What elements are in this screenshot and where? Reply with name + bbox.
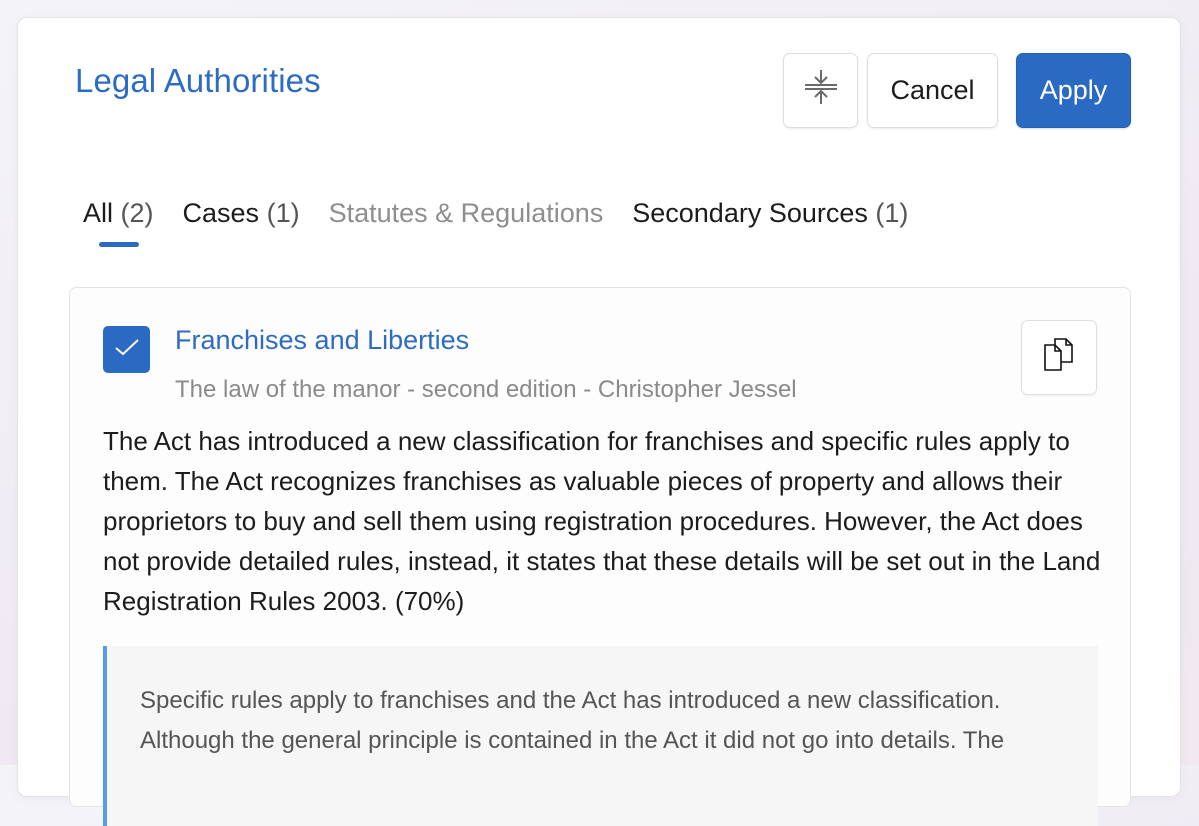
authority-title-link[interactable]: Franchises and Liberties	[175, 325, 469, 356]
tab-secondary-sources[interactable]: Secondary Sources (1)	[632, 198, 908, 229]
tab-count: (2)	[120, 198, 154, 228]
authority-summary: The Act has introduced a new classificat…	[103, 426, 1101, 616]
checkmark-icon	[114, 337, 140, 362]
tab-label: Cases	[182, 198, 260, 228]
authority-quote: Specific rules apply to franchises and t…	[103, 646, 1098, 826]
cancel-button[interactable]: Cancel	[867, 53, 998, 128]
active-tab-indicator	[99, 242, 139, 247]
panel-title: Legal Authorities	[75, 62, 321, 99]
tab-label: Statutes & Regulations	[328, 198, 604, 228]
select-checkbox[interactable]	[103, 326, 150, 373]
filter-tabs: All (2) Cases (1) Statutes & Regulations…	[83, 198, 937, 247]
copy-icon	[1041, 337, 1077, 378]
legal-authorities-panel: Legal Authorities Cancel Apply All (2) C…	[17, 17, 1181, 826]
authority-card: Franchises and Liberties The law of the …	[69, 287, 1131, 826]
tab-all[interactable]: All (2)	[83, 198, 154, 247]
tab-count: (1)	[266, 198, 300, 228]
apply-button[interactable]: Apply	[1016, 53, 1131, 128]
tab-statutes-regulations[interactable]: Statutes & Regulations	[329, 198, 604, 229]
collapse-button[interactable]	[783, 53, 858, 128]
tab-label: All	[83, 198, 114, 228]
tab-label: Secondary Sources	[632, 198, 868, 228]
collapse-vertical-icon	[803, 69, 839, 112]
authority-source: The law of the manor - second edition - …	[175, 376, 797, 403]
tab-cases[interactable]: Cases (1)	[183, 198, 300, 229]
tab-count: (1)	[875, 198, 909, 228]
copy-button[interactable]	[1021, 320, 1097, 395]
